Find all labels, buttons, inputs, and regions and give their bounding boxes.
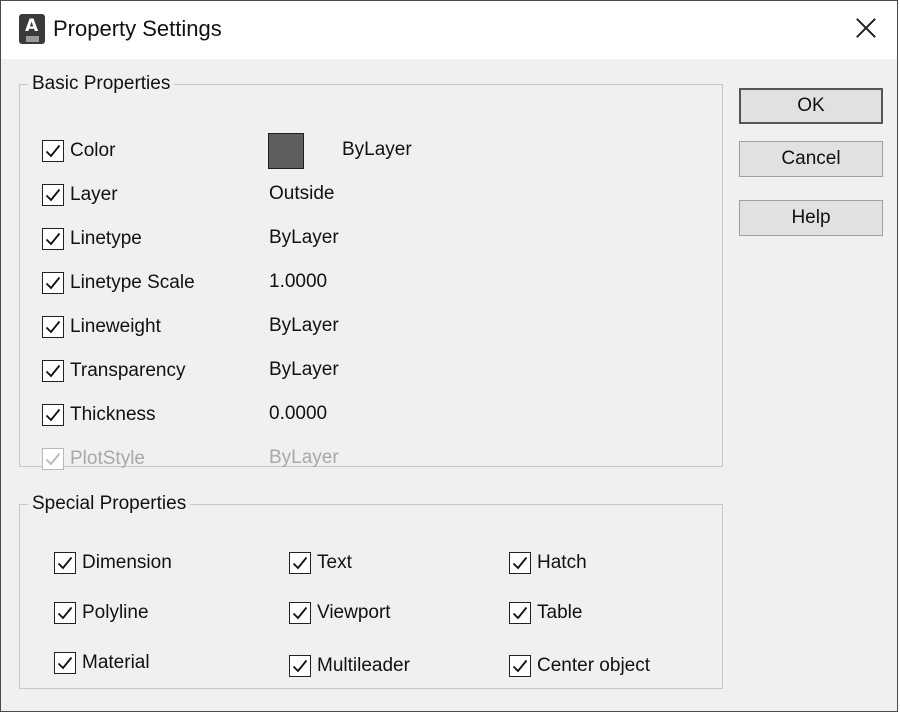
lineweight-label: Lineweight — [70, 316, 161, 337]
material-checkbox[interactable] — [54, 652, 76, 674]
checkmark-icon — [45, 144, 61, 158]
transparency-value: ByLayer — [269, 359, 339, 380]
viewport-label: Viewport — [317, 602, 391, 623]
checkmark-icon — [45, 188, 61, 202]
basic-properties-legend: Basic Properties — [32, 73, 171, 94]
viewport-checkbox[interactable] — [289, 602, 311, 624]
text-label: Text — [317, 552, 352, 573]
basic-row-color: Color ByLayer — [42, 133, 692, 169]
multileader-checkbox[interactable] — [289, 655, 311, 677]
linetype-checkbox[interactable] — [42, 228, 64, 250]
basic-row-plotstyle: PlotStyle ByLayer — [42, 447, 692, 475]
center-object-label: Center object — [537, 655, 651, 676]
text-checkbox[interactable] — [289, 552, 311, 574]
thickness-value: 0.0000 — [269, 403, 328, 424]
checkmark-icon — [45, 452, 61, 466]
checkmark-icon — [45, 320, 61, 334]
color-value: ByLayer — [342, 139, 412, 160]
linetype-scale-checkbox[interactable] — [42, 272, 64, 294]
color-label: Color — [70, 140, 116, 161]
help-button[interactable]: Help — [739, 200, 883, 236]
multileader-label: Multileader — [317, 655, 410, 676]
table-label: Table — [537, 602, 583, 623]
table-checkbox[interactable] — [509, 602, 531, 624]
lineweight-value: ByLayer — [269, 315, 339, 336]
checkmark-icon — [57, 556, 73, 570]
title-bar: A Property Settings — [1, 1, 897, 59]
cancel-button[interactable]: Cancel — [739, 141, 883, 177]
checkmark-icon — [292, 556, 308, 570]
polyline-checkbox[interactable] — [54, 602, 76, 624]
hatch-checkbox[interactable] — [509, 552, 531, 574]
basic-properties-group: Basic Properties Color ByLayer Layer Out… — [19, 73, 723, 470]
material-label: Material — [82, 652, 150, 673]
linetype-label: Linetype — [70, 228, 142, 249]
checkmark-icon — [512, 659, 528, 673]
lineweight-checkbox[interactable] — [42, 316, 64, 338]
checkmark-icon — [512, 556, 528, 570]
color-checkbox[interactable] — [42, 140, 64, 162]
basic-row-linetype: Linetype ByLayer — [42, 227, 692, 255]
basic-row-transparency: Transparency ByLayer — [42, 359, 692, 387]
dimension-checkbox[interactable] — [54, 552, 76, 574]
plotstyle-label: PlotStyle — [70, 448, 145, 469]
plotstyle-checkbox — [42, 448, 64, 470]
basic-row-thickness: Thickness 0.0000 — [42, 403, 692, 431]
special-properties-legend: Special Properties — [32, 493, 187, 514]
plotstyle-value: ByLayer — [269, 447, 339, 468]
linetype-scale-value: 1.0000 — [269, 271, 328, 292]
dialog-title: Property Settings — [53, 16, 222, 41]
basic-row-layer: Layer Outside — [42, 183, 692, 211]
basic-row-lineweight: Lineweight ByLayer — [42, 315, 692, 343]
transparency-checkbox[interactable] — [42, 360, 64, 382]
basic-row-linetype-scale: Linetype Scale 1.0000 — [42, 271, 692, 299]
layer-checkbox[interactable] — [42, 184, 64, 206]
checkmark-icon — [45, 408, 61, 422]
linetype-scale-label: Linetype Scale — [70, 272, 195, 293]
checkmark-icon — [292, 659, 308, 673]
checkmark-icon — [57, 656, 73, 670]
layer-label: Layer — [70, 184, 118, 205]
layer-value: Outside — [269, 183, 335, 204]
transparency-label: Transparency — [70, 360, 186, 381]
polyline-label: Polyline — [82, 602, 149, 623]
dimension-label: Dimension — [82, 552, 172, 573]
ok-button[interactable]: OK — [739, 88, 883, 124]
special-properties-group: Special Properties Dimension Text Hatch … — [19, 493, 723, 689]
checkmark-icon — [45, 276, 61, 290]
center-object-checkbox[interactable] — [509, 655, 531, 677]
checkmark-icon — [45, 364, 61, 378]
autocad-app-icon: A — [19, 14, 45, 44]
hatch-label: Hatch — [537, 552, 587, 573]
close-icon[interactable] — [851, 13, 881, 43]
linetype-value: ByLayer — [269, 227, 339, 248]
checkmark-icon — [45, 232, 61, 246]
checkmark-icon — [292, 606, 308, 620]
thickness-label: Thickness — [70, 404, 156, 425]
thickness-checkbox[interactable] — [42, 404, 64, 426]
checkmark-icon — [512, 606, 528, 620]
checkmark-icon — [57, 606, 73, 620]
property-settings-dialog: A Property Settings Basic Properties Col… — [0, 0, 898, 712]
color-swatch — [268, 133, 304, 169]
